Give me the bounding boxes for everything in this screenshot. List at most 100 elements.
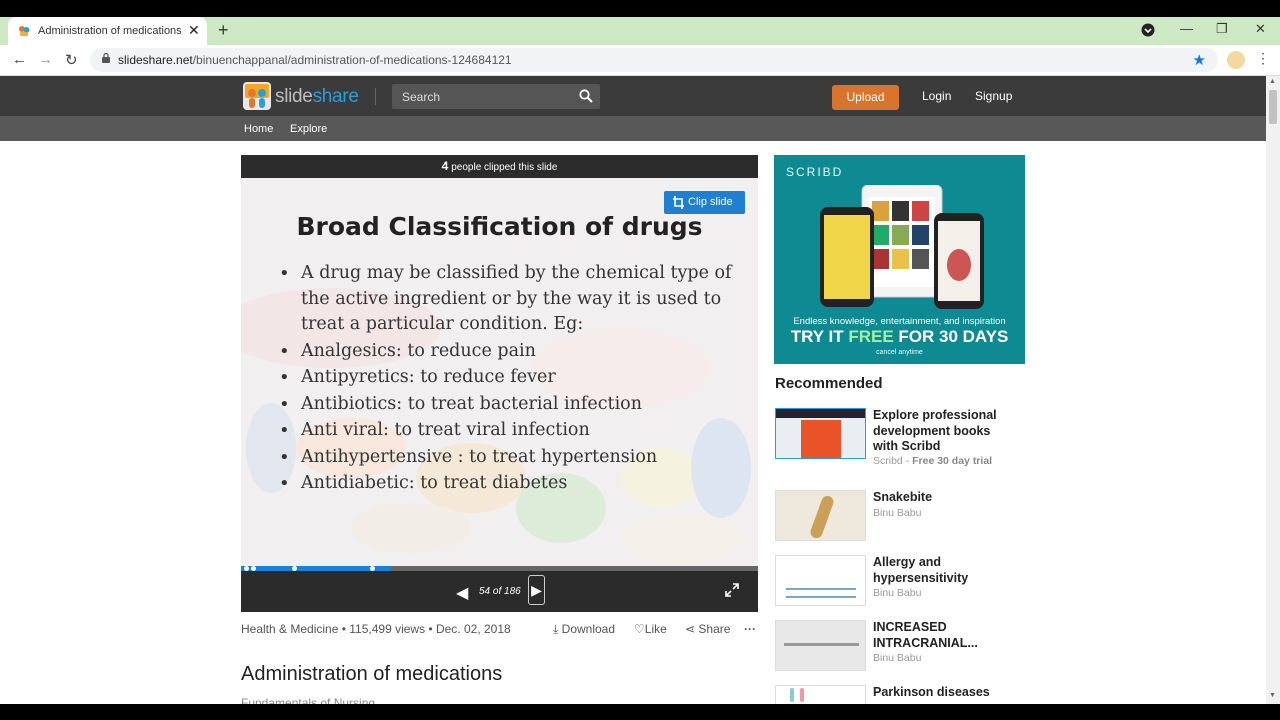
download-icon: ⤓: [553, 622, 559, 636]
player-controls: ◀ 54 of 186 ▶: [241, 571, 758, 612]
slideshare-favicon-icon: [19, 26, 30, 36]
minimize-icon[interactable]: —: [1180, 21, 1193, 36]
like-button[interactable]: ♡Like: [634, 622, 667, 636]
ad-cta: TRY IT FREE FOR 30 DAYS: [774, 327, 1025, 347]
login-link[interactable]: Login: [922, 89, 951, 103]
nav-home[interactable]: Home: [244, 123, 273, 135]
upload-button[interactable]: Upload: [832, 85, 899, 110]
clip-info-bar: 4 people clipped this slide: [241, 155, 758, 178]
recommended-title: INCREASED INTRACRANIAL...: [873, 620, 978, 650]
header-divider: [375, 88, 376, 105]
search-icon[interactable]: [579, 89, 593, 103]
more-options-icon[interactable]: ···: [744, 622, 756, 636]
slide-bullet: Antidiabetic: to treat diabetes: [279, 471, 749, 497]
slide-counter: 54 of 186: [479, 586, 521, 597]
back-icon[interactable]: ←: [12, 51, 27, 68]
recommended-thumbnail: [775, 685, 866, 704]
slide-title: Broad Classification of drugs: [296, 212, 703, 241]
browser-toolbar: ← → ↻ slideshare.net/binuenchappanal/adm…: [0, 45, 1280, 76]
heart-icon: ♡: [634, 622, 645, 636]
logo-part-share: share: [312, 86, 359, 107]
scribd-brand: SCRIBD: [786, 165, 844, 179]
page-scrollbar[interactable]: ▲ ▼: [1266, 76, 1280, 704]
tab-close-icon[interactable]: ✕: [188, 22, 200, 39]
slide-player: 4 people clipped this slide Broad Classif…: [241, 155, 758, 612]
recommended-author: Scribd - Free 30 day trial: [873, 455, 993, 467]
recommended-thumbnail: [775, 620, 866, 671]
lock-icon: [102, 53, 110, 63]
scribd-ad-banner[interactable]: SCRIBD Endless knowledge, entertainment,…: [774, 155, 1025, 364]
author-name: Scribd: [873, 455, 903, 467]
recommended-thumbnail: [775, 408, 866, 459]
thumb-line: [786, 596, 856, 598]
slide-bullet: Analgesics: to reduce pain: [279, 339, 749, 365]
search-placeholder: Search: [402, 90, 441, 104]
restore-icon[interactable]: ❐: [1216, 21, 1228, 37]
fullscreen-icon[interactable]: [725, 583, 739, 597]
reload-icon[interactable]: ↻: [65, 51, 78, 69]
author-extra: Free 30 day trial: [912, 455, 993, 467]
signup-link[interactable]: Signup: [975, 89, 1012, 103]
forward-icon[interactable]: →: [38, 51, 53, 68]
nav-explore[interactable]: Explore: [290, 123, 327, 135]
avatar[interactable]: [1227, 51, 1245, 69]
scrollbar-thumb[interactable]: [1269, 90, 1277, 124]
view-count: 115,499 views: [349, 622, 426, 636]
ad-tagline: Endless knowledge, entertainment, and in…: [793, 316, 1006, 327]
site-header: slideshare Search Upload Login Signup: [0, 76, 1266, 116]
share-icon: ⋖: [685, 622, 696, 636]
thumb-line: [786, 588, 856, 590]
devices-illustration: [820, 185, 984, 309]
recommended-author: Binu Babu: [873, 652, 922, 664]
slide-bullet: Anti viral: to treat viral infection: [279, 418, 749, 444]
slide-bullet: A drug may be classified by the chemical…: [279, 261, 749, 338]
page-subtitle: Fundamentals of Nursing: [241, 696, 376, 704]
clip-icon: [673, 196, 684, 209]
window-close-icon[interactable]: ✕: [1255, 21, 1266, 37]
thumb-line: [784, 643, 859, 646]
thumb-shape: [790, 688, 794, 702]
share-label: Share: [698, 622, 731, 636]
scroll-down-icon[interactable]: ▼: [1269, 692, 1276, 699]
publish-date: Dec. 02, 2018: [435, 622, 511, 636]
scroll-up-icon[interactable]: ▲: [1269, 78, 1276, 85]
thumb-strip: [776, 409, 865, 418]
page-content: slideshare Search Upload Login Signup Ho…: [0, 76, 1266, 704]
clip-count: 4: [441, 159, 449, 173]
category-link[interactable]: Health & Medicine: [241, 622, 338, 636]
clip-slide-button[interactable]: Clip slide: [664, 191, 745, 214]
recommended-title: Allergy and hypersensitivity: [873, 555, 969, 585]
next-slide-icon[interactable]: ▶: [528, 575, 545, 605]
profile-menu-icon[interactable]: [1141, 23, 1155, 40]
like-label: Like: [644, 622, 667, 636]
share-button[interactable]: ⋖ Share: [685, 622, 730, 636]
slide-bullet: Antihypertensive : to treat hypertension: [279, 445, 749, 471]
recommended-thumbnail: [775, 490, 866, 541]
meta-separator: •: [425, 622, 436, 636]
previous-slide-icon[interactable]: ◀: [456, 583, 468, 603]
url-text: slideshare.net/binuenchappanal/administr…: [118, 53, 512, 67]
browser-tab[interactable]: Administration of medications ✕: [8, 17, 207, 45]
thumb-shape: [808, 494, 836, 540]
logo-part-slide: slide: [275, 86, 313, 107]
slideshare-logo-icon: [243, 82, 271, 110]
ad-cta-part: FOR 30 DAYS: [893, 327, 1009, 346]
sub-navigation: Home Explore: [0, 116, 1266, 141]
slide-image[interactable]: Broad Classification of drugs A drug may…: [241, 178, 758, 566]
recommended-author: Binu Babu: [873, 587, 922, 599]
clip-slide-label: Clip slide: [688, 196, 733, 208]
ad-cancel-note: cancel anytime: [876, 349, 923, 356]
browser-menu-icon[interactable]: ⋮: [1256, 50, 1270, 67]
download-button[interactable]: ⤓ Download: [553, 622, 615, 637]
ad-cta-free: FREE: [848, 327, 894, 346]
search-input[interactable]: Search: [392, 84, 600, 109]
book-cover: [801, 420, 841, 458]
new-tab-icon[interactable]: +: [218, 20, 229, 41]
bookmark-star-icon[interactable]: ★: [1193, 51, 1206, 69]
tab-strip: Administration of medications ✕ + — ❐ ✕: [0, 17, 1280, 45]
recommended-title: Explore professional development books w…: [873, 408, 997, 453]
url-path: /binuenchappanal/administration-of-medic…: [192, 53, 512, 67]
recommended-title: Parkinson diseases: [873, 685, 990, 699]
page-title: Administration of medications: [241, 663, 503, 685]
address-bar[interactable]: slideshare.net/binuenchappanal/administr…: [90, 48, 1218, 72]
